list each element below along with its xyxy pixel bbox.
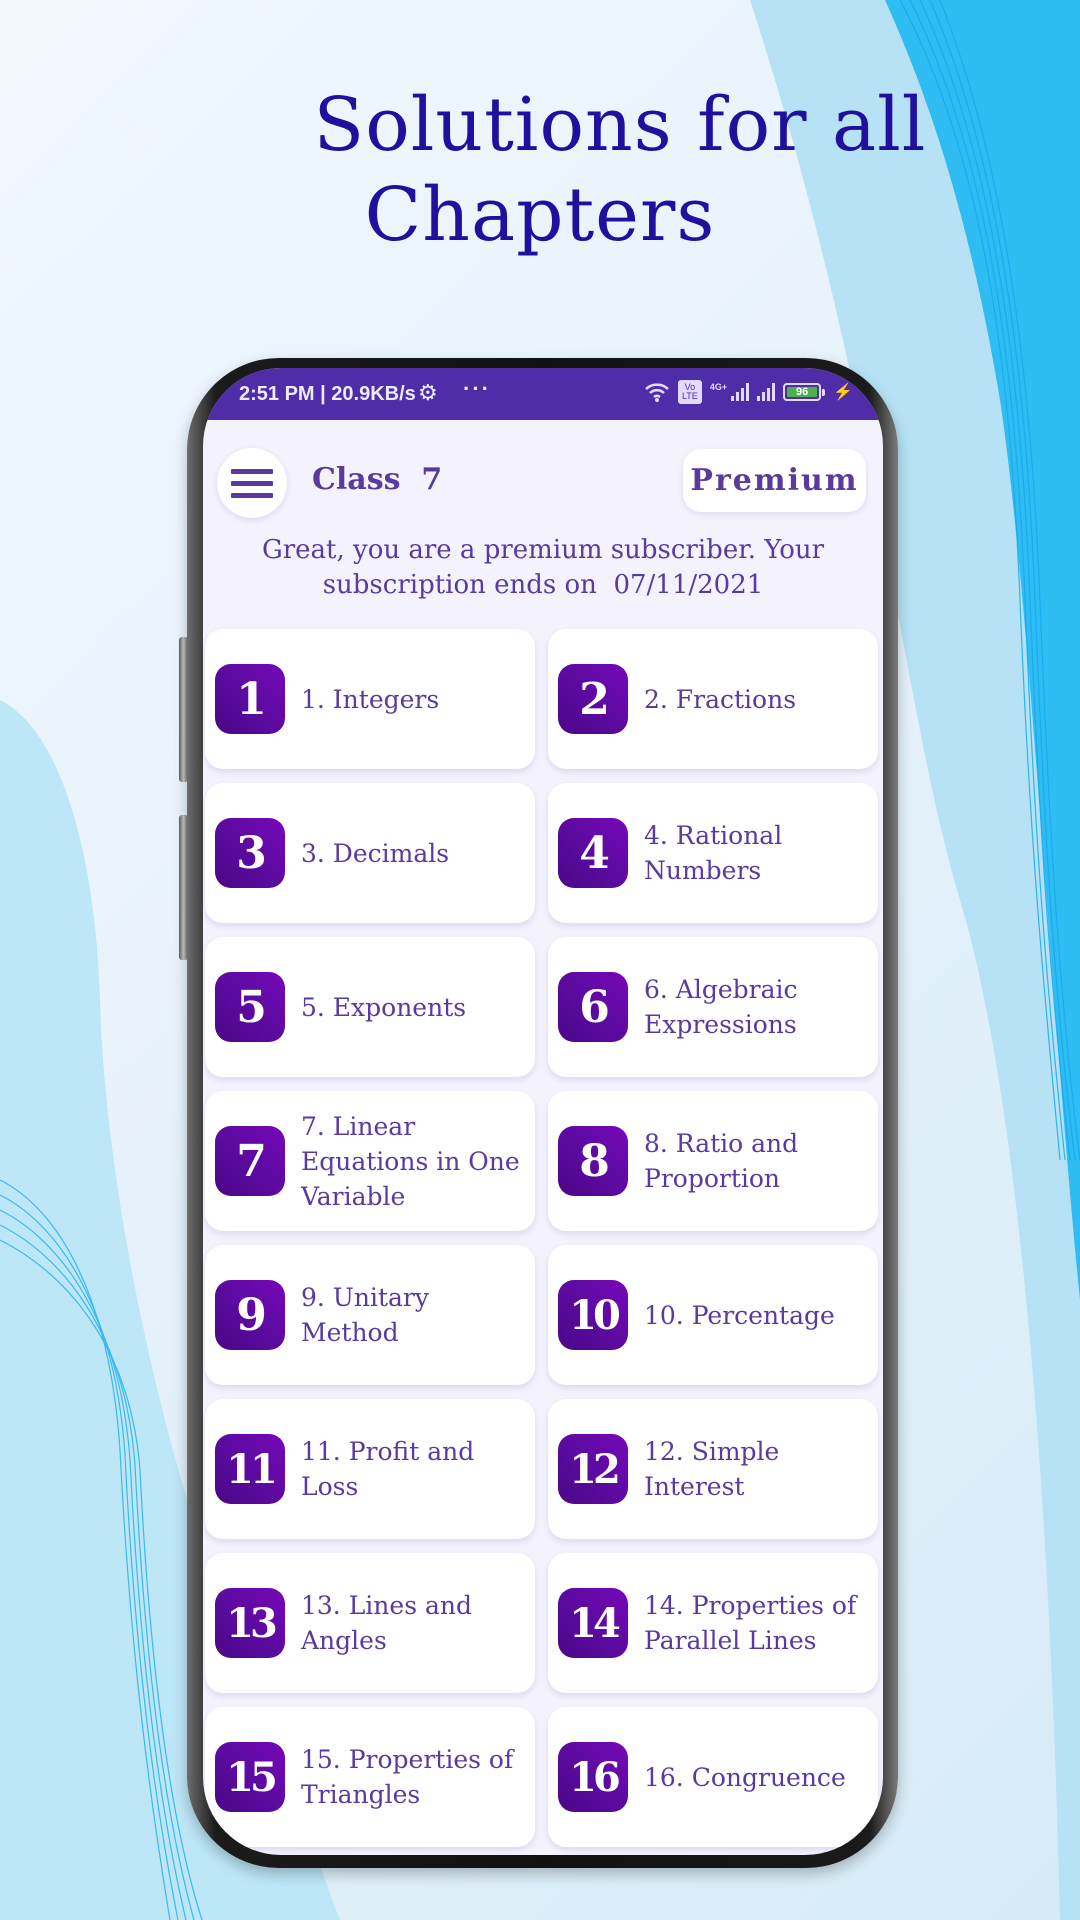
- chapter-number-badge: 16: [558, 1742, 628, 1812]
- gear-icon: ⚙: [418, 380, 438, 405]
- chapter-card[interactable]: 3 3. Decimals: [205, 783, 535, 923]
- chapter-card[interactable]: 12 12. Simple Interest: [548, 1399, 878, 1539]
- chapter-card[interactable]: 1 1. Integers: [205, 629, 535, 769]
- status-time-speed: 2:51 PM | 20.9KB/s: [239, 383, 416, 405]
- chapter-title: 6. Algebraic Expressions: [644, 975, 798, 1039]
- chapter-number-badge: 3: [215, 818, 285, 888]
- chapter-number-badge: 12: [558, 1434, 628, 1504]
- chapter-title: 8. Ratio and Proportion: [644, 1129, 799, 1193]
- charging-icon: ⚡: [833, 384, 853, 401]
- chapter-title: 3. Decimals: [301, 838, 450, 868]
- chapter-card[interactable]: 15 15. Properties of Triangles: [205, 1707, 535, 1847]
- chapter-number-badge: 7: [215, 1126, 285, 1196]
- battery-level: 96: [787, 387, 818, 398]
- chapter-number-badge: 14: [558, 1588, 628, 1658]
- class-title: Class 7: [312, 462, 443, 497]
- status-bar: 2:51 PM | 20.9KB/s ⚙ ··· Vo LTE 4G+ 96 ⚡: [203, 368, 883, 420]
- wifi-icon: [645, 383, 669, 402]
- chapter-title: 5. Exponents: [301, 992, 467, 1022]
- premium-button[interactable]: Premium: [683, 449, 866, 512]
- chapter-title: 13. Lines and Angles: [301, 1591, 472, 1655]
- chapter-number-badge: 8: [558, 1126, 628, 1196]
- hamburger-menu-button[interactable]: [217, 448, 287, 518]
- chapter-card[interactable]: 13 13. Lines and Angles: [205, 1553, 535, 1693]
- chapter-number-badge: 11: [215, 1434, 285, 1504]
- chapter-card[interactable]: 8 8. Ratio and Proportion: [548, 1091, 878, 1231]
- chapter-card[interactable]: 10 10. Percentage: [548, 1245, 878, 1385]
- headline-line-2: Chapters: [364, 172, 716, 258]
- subscription-line-2: subscription ends on 07/11/2021: [322, 570, 764, 600]
- chapter-card[interactable]: 11 11. Profit and Loss: [205, 1399, 535, 1539]
- chapter-number-badge: 4: [558, 818, 628, 888]
- chapter-card[interactable]: 16 16. Congruence: [548, 1707, 878, 1847]
- chapter-title: 12. Simple Interest: [644, 1437, 780, 1501]
- chapter-title: 14. Properties of Parallel Lines: [644, 1591, 857, 1655]
- chapter-title: 16. Congruence: [644, 1762, 846, 1792]
- more-icon: ···: [463, 376, 491, 401]
- chapter-number-badge: 9: [215, 1280, 285, 1350]
- volte-icon: Vo LTE: [677, 380, 702, 404]
- chapter-title: 15. Properties of Triangles: [301, 1745, 514, 1809]
- chapter-title: 2. Fractions: [644, 684, 797, 714]
- chapter-card[interactable]: 7 7. Linear Equations in One Variable: [205, 1091, 535, 1231]
- chapter-card[interactable]: 6 6. Algebraic Expressions: [548, 937, 878, 1077]
- chapter-card[interactable]: 5 5. Exponents: [205, 937, 535, 1077]
- headline-line-1: Solutions for all: [313, 82, 927, 168]
- signal-icon-sim1: [731, 383, 750, 401]
- chapter-title: 7. Linear Equations in One Variable: [301, 1111, 520, 1211]
- chapter-title: 4. Rational Numbers: [644, 821, 783, 885]
- chapter-card[interactable]: 2 2. Fractions: [548, 629, 878, 769]
- signal-icon-sim2: [757, 383, 776, 401]
- chapter-number-badge: 1: [215, 664, 285, 734]
- chapter-card[interactable]: 14 14. Properties of Parallel Lines: [548, 1553, 878, 1693]
- chapter-number-badge: 5: [215, 972, 285, 1042]
- chapter-title: 11. Profit and Loss: [301, 1437, 475, 1501]
- network-type-label: 4G+: [709, 381, 728, 392]
- chapter-card[interactable]: 4 4. Rational Numbers: [548, 783, 878, 923]
- chapter-title: 1. Integers: [301, 684, 440, 714]
- hamburger-menu-icon: [231, 468, 273, 474]
- chapter-number-badge: 2: [558, 664, 628, 734]
- battery-icon: 96: [783, 383, 826, 401]
- subscription-message: Great, you are a premium subscriber. You…: [203, 533, 883, 603]
- status-icons: Vo LTE 4G+ 96 ⚡: [644, 380, 853, 404]
- volte-label-bottom: LTE: [681, 391, 698, 401]
- chapter-title: 9. Unitary Method: [301, 1283, 429, 1347]
- chapter-number-badge: 6: [558, 972, 628, 1042]
- chapter-card[interactable]: 9 9. Unitary Method: [205, 1245, 535, 1385]
- chapter-number-badge: 10: [558, 1280, 628, 1350]
- subscription-line-1: Great, you are a premium subscriber. You…: [261, 535, 825, 565]
- chapter-title: 10. Percentage: [644, 1300, 835, 1330]
- chapter-number-badge: 13: [215, 1588, 285, 1658]
- phone-screen: 2:51 PM | 20.9KB/s ⚙ ··· Vo LTE 4G+ 96 ⚡…: [203, 368, 883, 1855]
- promo-headline: Solutions for all Chapters: [0, 80, 1080, 260]
- chapter-number-badge: 15: [215, 1742, 285, 1812]
